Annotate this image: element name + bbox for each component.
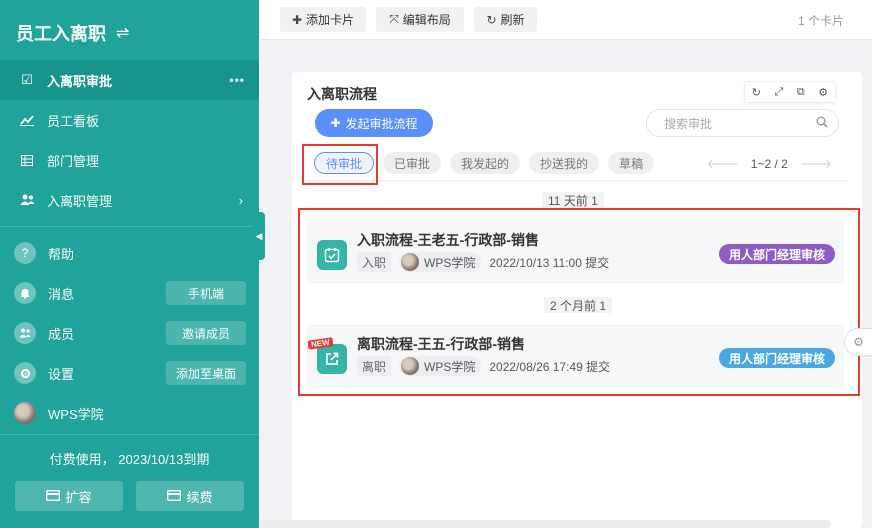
tab-approved[interactable]: 已审批 <box>383 152 442 174</box>
subscription-expiry: 付费使用， 2023/10/13到期 <box>49 452 210 467</box>
copy-icon[interactable]: ⧉ <box>797 86 805 99</box>
bell-icon <box>14 282 36 304</box>
table-icon <box>18 154 36 166</box>
highlight-box <box>298 208 860 396</box>
search-icon <box>816 116 828 131</box>
tab-cc[interactable]: 抄送我的 <box>529 152 600 174</box>
start-approval-button[interactable]: ✚ 发起审批流程 <box>315 109 433 137</box>
arrow-right-icon[interactable]: 🡒 <box>800 156 832 171</box>
expand-capacity-button[interactable]: 扩容 <box>15 481 123 511</box>
app-title: 员工入离职 ⇌ <box>16 20 129 46</box>
more-icon[interactable]: ••• <box>229 73 245 87</box>
question-icon: ? <box>14 242 36 264</box>
avatar <box>14 402 36 424</box>
help-item[interactable]: ? 帮助 <box>14 233 246 273</box>
plus-icon: ✚ <box>291 12 303 27</box>
group-label: 11 天前 1 <box>542 192 604 208</box>
add-to-desktop-button[interactable]: 添加至桌面 <box>166 361 246 385</box>
help-label: 帮助 <box>48 246 75 262</box>
account-label: WPS学院 <box>48 406 104 422</box>
sidebar-item-onboarding-management[interactable]: 入离职管理 › <box>0 180 259 220</box>
search-input[interactable]: 搜索审批 <box>646 109 839 137</box>
sidebar-item-dashboard[interactable]: 员工看板 <box>0 100 259 140</box>
sidebar-item-departments[interactable]: 部门管理 <box>0 140 259 180</box>
sidebar-item-label: 部门管理 <box>47 153 100 169</box>
settings-item[interactable]: 设置 添加至桌面 <box>14 353 246 393</box>
right-edge <box>864 40 872 528</box>
swap-icon[interactable]: ⇌ <box>116 23 129 43</box>
expand-arrows-icon: ⤧ <box>389 12 399 26</box>
pager-text: 1~2 / 2 <box>750 156 788 171</box>
plus-icon: ✚ <box>330 116 341 130</box>
sidebar-item-label: 入离职审批 <box>47 73 113 89</box>
messages-item[interactable]: 消息 手机端 <box>14 273 246 313</box>
refresh-button[interactable]: ↻ 刷新 <box>474 7 537 32</box>
chevron-right-icon: › <box>238 192 243 208</box>
sidebar-item-approval[interactable]: ☑ 入离职审批 ••• <box>0 60 259 100</box>
card-icon <box>46 489 61 504</box>
highlight-box <box>302 144 378 185</box>
card-count: 1 个卡片 <box>797 14 844 28</box>
account-item[interactable]: WPS学院 <box>14 393 246 433</box>
users-icon <box>18 194 36 206</box>
arrow-left-icon[interactable]: 🡐 <box>707 156 739 171</box>
members-item[interactable]: 成员 邀请成员 <box>14 313 246 353</box>
mobile-button[interactable]: 手机端 <box>166 281 246 305</box>
tab-initiated[interactable]: 我发起的 <box>450 152 521 174</box>
sidebar-item-label: 入离职管理 <box>47 193 113 209</box>
edit-layout-button[interactable]: ⤧ 编辑布局 <box>376 7 464 32</box>
card-tools: ↻ ⤢ ⧉ ⚙ <box>744 81 836 103</box>
caret-left-icon: ◀ <box>255 230 263 241</box>
refresh-label: 刷新 <box>500 13 525 27</box>
messages-label: 消息 <box>48 286 75 302</box>
renew-button[interactable]: 续费 <box>136 481 244 511</box>
check-square-icon: ☑ <box>21 72 33 87</box>
card-icon <box>167 489 182 504</box>
add-card-button[interactable]: ✚ 添加卡片 <box>280 7 366 32</box>
refresh-icon[interactable]: ↻ <box>752 86 761 99</box>
app-title-text: 员工入离职 <box>16 24 106 44</box>
line-chart-icon <box>18 114 36 126</box>
divider <box>304 180 847 181</box>
edit-layout-label: 编辑布局 <box>402 13 451 27</box>
gear-icon[interactable]: ⚙ <box>818 86 828 99</box>
expand-label: 扩容 <box>65 489 92 505</box>
horizontal-scrollbar[interactable] <box>259 520 831 528</box>
settings-label: 设置 <box>48 366 75 382</box>
members-label: 成员 <box>48 326 75 342</box>
invite-members-button[interactable]: 邀请成员 <box>166 321 246 345</box>
divider <box>0 226 259 227</box>
refresh-icon: ↻ <box>486 12 497 27</box>
start-approval-label: 发起审批流程 <box>345 116 418 131</box>
pager: 🡐 1~2 / 2 🡒 <box>707 156 832 172</box>
divider <box>0 434 259 435</box>
members-icon <box>14 322 36 344</box>
renew-label: 续费 <box>186 489 213 505</box>
tab-drafts[interactable]: 草稿 <box>608 152 655 174</box>
gear-icon <box>14 362 36 384</box>
floating-settings-icon[interactable]: ⚙ <box>844 328 872 356</box>
collapse-sidebar-handle[interactable]: ◀ <box>253 212 265 260</box>
sidebar: 员工入离职 ⇌ ☑ 入离职审批 ••• 员工看板 部门管理 入离职管理 › ? … <box>0 0 259 528</box>
search-placeholder: 搜索审批 <box>664 116 713 131</box>
sidebar-item-label: 员工看板 <box>47 113 100 129</box>
fullscreen-icon[interactable]: ⤢ <box>775 86 784 99</box>
sidebar-nav: ☑ 入离职审批 ••• 员工看板 部门管理 入离职管理 › <box>0 60 259 220</box>
add-card-label: 添加卡片 <box>306 13 355 27</box>
toolbar: ✚ 添加卡片 ⤧ 编辑布局 ↻ 刷新 1 个卡片 <box>259 0 872 40</box>
card-title: 入离职流程 <box>307 86 377 102</box>
